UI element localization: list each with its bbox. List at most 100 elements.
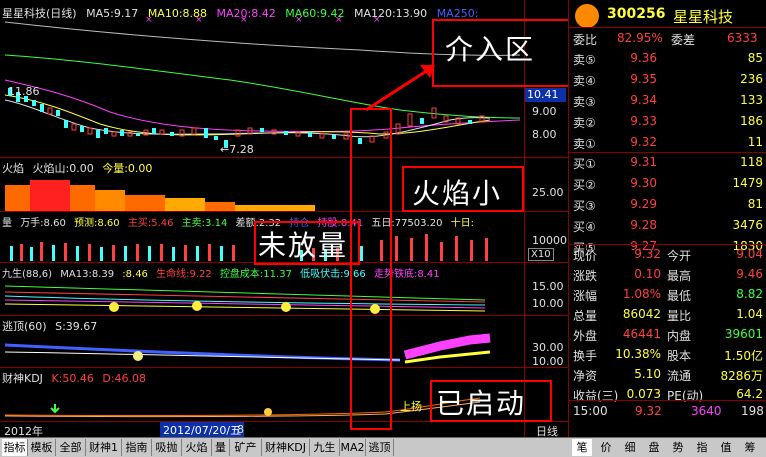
order-price: 9.35 — [630, 72, 657, 86]
stat-value: 64.2 — [736, 387, 763, 401]
quote-tab-7[interactable]: 筹 — [740, 439, 760, 456]
kdj-k-value: K:50.46 — [51, 372, 94, 385]
stock-name: 星星科技 — [673, 8, 734, 26]
order-volume: 118 — [740, 155, 763, 169]
quote-tab-6[interactable]: 值 — [716, 439, 736, 456]
tab-7[interactable]: 量 — [212, 439, 230, 456]
huoyan-axis: 25.00 — [532, 186, 564, 199]
weibi-row: 委比 82.95% 委差 6333 — [569, 27, 766, 49]
svg-text:×: × — [195, 15, 203, 25]
stat-row: 换手 10.38% 股本 1.50亿 — [569, 344, 766, 365]
taoding-s-value: S:39.67 — [55, 320, 98, 333]
taoding-lines — [4, 333, 491, 364]
price-axis-9: 9.00 — [532, 105, 557, 118]
buy-row: 买① 9.31 118 — [569, 152, 766, 173]
order-volume: 236 — [740, 72, 763, 86]
stat-value: 0.10 — [634, 267, 661, 281]
annotation-yiqidong: 已启动 — [436, 387, 527, 420]
order-price: 9.33 — [630, 114, 657, 128]
order-volume: 85 — [747, 51, 763, 65]
order-price: 9.34 — [630, 93, 657, 107]
weibi-value: 82.95% — [617, 31, 663, 45]
logo-icon — [575, 4, 599, 28]
stat-value: 1.04 — [736, 307, 763, 321]
trade-price: 9.32 — [635, 404, 662, 418]
stat-label: 外盘 — [573, 329, 598, 343]
jiusheng-val: :8.46 — [122, 269, 148, 280]
panel-separator — [0, 315, 568, 316]
quote-tab-0[interactable]: 笔 — [572, 439, 592, 456]
chart-area[interactable]: 星星科技(日线) MA5:9.17 MA10:8.88 MA20:8.42 MA… — [0, 0, 606, 438]
stat-label: 股本 — [667, 349, 692, 363]
quote-tab-2[interactable]: 细 — [620, 439, 640, 456]
quote-separator — [569, 152, 766, 153]
tab-8[interactable]: 矿产 — [230, 439, 262, 456]
tab-0[interactable]: 指标 — [2, 439, 28, 456]
liang-scale: X10 — [528, 248, 554, 261]
current-price-box: 10.41 — [524, 88, 566, 102]
tab-10[interactable]: 九生 — [310, 439, 340, 456]
trade-volume: 3640 — [691, 404, 722, 418]
annotation-weifangliang: 未放量 — [258, 229, 349, 262]
kdj-d-value: D:46.08 — [102, 372, 147, 385]
liang-title: 量 — [2, 218, 12, 229]
top-markers: × × × × × × — [145, 15, 381, 25]
arrow-icon — [365, 65, 435, 112]
sell-row: 卖③ 9.34 133 — [569, 90, 766, 111]
order-label: 卖① — [573, 137, 596, 151]
stat-value: 1.50亿 — [724, 349, 763, 363]
zhumai-sell-value: 主卖:3.14 — [181, 218, 228, 229]
tab-4[interactable]: 指南 — [122, 439, 152, 456]
stat-label: 换手 — [573, 349, 598, 363]
sell-row: 卖② 9.33 186 — [569, 111, 766, 132]
order-volume: 11 — [747, 135, 763, 149]
taoding-title: 逃顶(60) — [2, 320, 47, 333]
tab-9[interactable]: 财神KDJ — [262, 439, 310, 456]
tab-12[interactable]: 逃顶 — [366, 439, 394, 456]
trade-count: 198 — [741, 404, 764, 418]
stat-label: 最高 — [667, 269, 692, 283]
order-label: 买② — [573, 178, 596, 192]
jiusheng-axis-10: 10.00 — [532, 297, 564, 310]
price-axis-8: 8.00 — [532, 128, 557, 141]
tab-5[interactable]: 吸抛 — [152, 439, 182, 456]
stat-value: 5.10 — [634, 367, 661, 381]
huoyan-value: 火焰山:0.00 — [32, 162, 94, 175]
month-label: 8 — [237, 423, 244, 436]
volume-bars — [10, 234, 488, 261]
jiusheng-axis-15: 15.00 — [532, 280, 564, 293]
order-volume: 133 — [740, 93, 763, 107]
focus-column-box — [350, 108, 392, 430]
quote-separator — [569, 244, 766, 245]
tab-6[interactable]: 火焰 — [182, 439, 212, 456]
quote-panel: 300256 星星科技 委比 82.95% 委差 6333 卖⑤ 9.36 85 卖④… — [568, 0, 766, 437]
tab-11[interactable]: MA2 — [340, 439, 366, 456]
order-price: 9.31 — [630, 155, 657, 169]
kdj-shangyang: 上扬 — [400, 400, 422, 413]
stat-value: 9.32 — [634, 247, 661, 261]
tab-3[interactable]: 财神1 — [86, 439, 122, 456]
order-label: 买④ — [573, 220, 596, 234]
quote-tab-4[interactable]: 势 — [668, 439, 688, 456]
stat-label: 涨幅 — [573, 289, 598, 303]
svg-text:×: × — [295, 15, 303, 25]
kongpan-value: 控盘成本:11.37 — [219, 269, 292, 280]
wanshou-value: 万手:8.60 — [20, 218, 66, 229]
quote-tab-3[interactable]: 盘 — [644, 439, 664, 456]
svg-text:×: × — [240, 15, 248, 25]
jiusheng-lines — [4, 285, 486, 312]
sell-row: 卖④ 9.35 236 — [569, 69, 766, 90]
stat-label: 流通 — [667, 369, 692, 383]
svg-text:×: × — [335, 15, 343, 25]
tab-1[interactable]: 模板 — [28, 439, 56, 456]
quote-tab-5[interactable]: 指 — [692, 439, 712, 456]
stat-value: 39601 — [724, 327, 763, 341]
weicha-label: 委差 — [671, 33, 696, 47]
svg-text:×: × — [145, 15, 153, 25]
stock-code: 300256 — [607, 6, 666, 22]
stat-row: 涨幅 1.08% 最低 8.82 — [569, 284, 766, 305]
buy-row: 买③ 9.29 81 — [569, 194, 766, 215]
tab-2[interactable]: 全部 — [56, 439, 86, 456]
buy-row: 买④ 9.28 3476 — [569, 215, 766, 236]
quote-tab-1[interactable]: 价 — [596, 439, 616, 456]
